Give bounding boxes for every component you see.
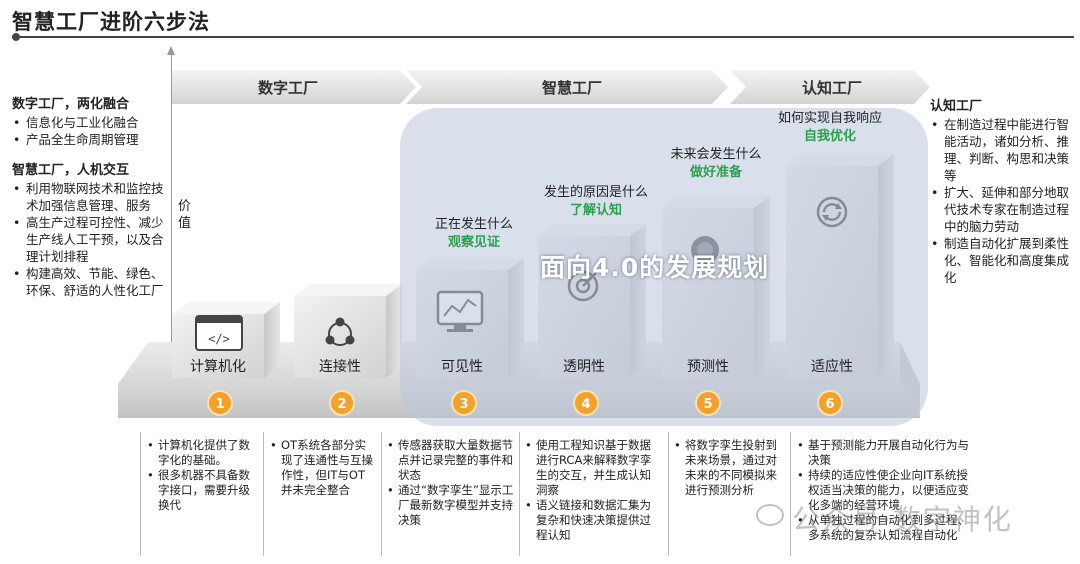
step-question-6: 如何实现自我响应 自我优化 bbox=[777, 111, 882, 144]
svg-text:</>: </> bbox=[208, 332, 230, 346]
step-question-5: 未来会发生什么 做好准备 bbox=[670, 147, 762, 180]
step-number-badge: 3 bbox=[451, 390, 477, 416]
step-label: 适应性 bbox=[811, 359, 853, 375]
column-divider bbox=[263, 432, 264, 556]
step-number-badge: 1 bbox=[207, 390, 233, 416]
step-question-4: 发生的原因是什么 了解认知 bbox=[543, 185, 648, 218]
overlay-caption: 面向4.0的发展规划 bbox=[540, 253, 770, 282]
step-label: 透明性 bbox=[563, 359, 605, 375]
code-window-icon: </> bbox=[195, 315, 243, 351]
step-description-5: 将数字孪生投射到未来场景，通过对未来的不同模拟来进行预测分析 bbox=[673, 438, 785, 498]
column-divider bbox=[381, 432, 382, 556]
step-question-3: 正在发生什么 观察见证 bbox=[434, 217, 513, 250]
column-divider bbox=[140, 432, 141, 556]
wechat-icon bbox=[756, 504, 784, 526]
step-number-badge: 6 bbox=[817, 390, 843, 416]
step-label: 预测性 bbox=[687, 359, 729, 375]
step-label: 计算机化 bbox=[190, 359, 246, 375]
watermark-text: 公众号·数字神化 bbox=[792, 503, 1013, 536]
step-number-badge: 4 bbox=[573, 390, 599, 416]
column-divider bbox=[668, 432, 669, 556]
step-description-4: 使用工程知识基于数据进行RCA来解释数字孪生的交互，并生成认知洞察 语义链接和数… bbox=[524, 438, 662, 543]
step-description-2: OT系统各部分实现了连通性与互操作性，但IT与OT并未完全整合 bbox=[269, 438, 375, 498]
step-number-badge: 5 bbox=[695, 390, 721, 416]
step-description-1: 计算机化提供了数字化的基础。 很多机器不具备数字接口，需要升级换代 bbox=[146, 438, 258, 513]
step-label: 可见性 bbox=[441, 359, 483, 375]
step-label: 连接性 bbox=[319, 359, 361, 375]
column-divider bbox=[790, 432, 791, 556]
step-number-badge: 2 bbox=[329, 390, 355, 416]
step-description-3: 传感器获取大量数据节点并记录完整的事件和状态 通过“数字孪生”显示工厂最新数字模… bbox=[386, 438, 514, 528]
column-divider bbox=[519, 432, 520, 556]
